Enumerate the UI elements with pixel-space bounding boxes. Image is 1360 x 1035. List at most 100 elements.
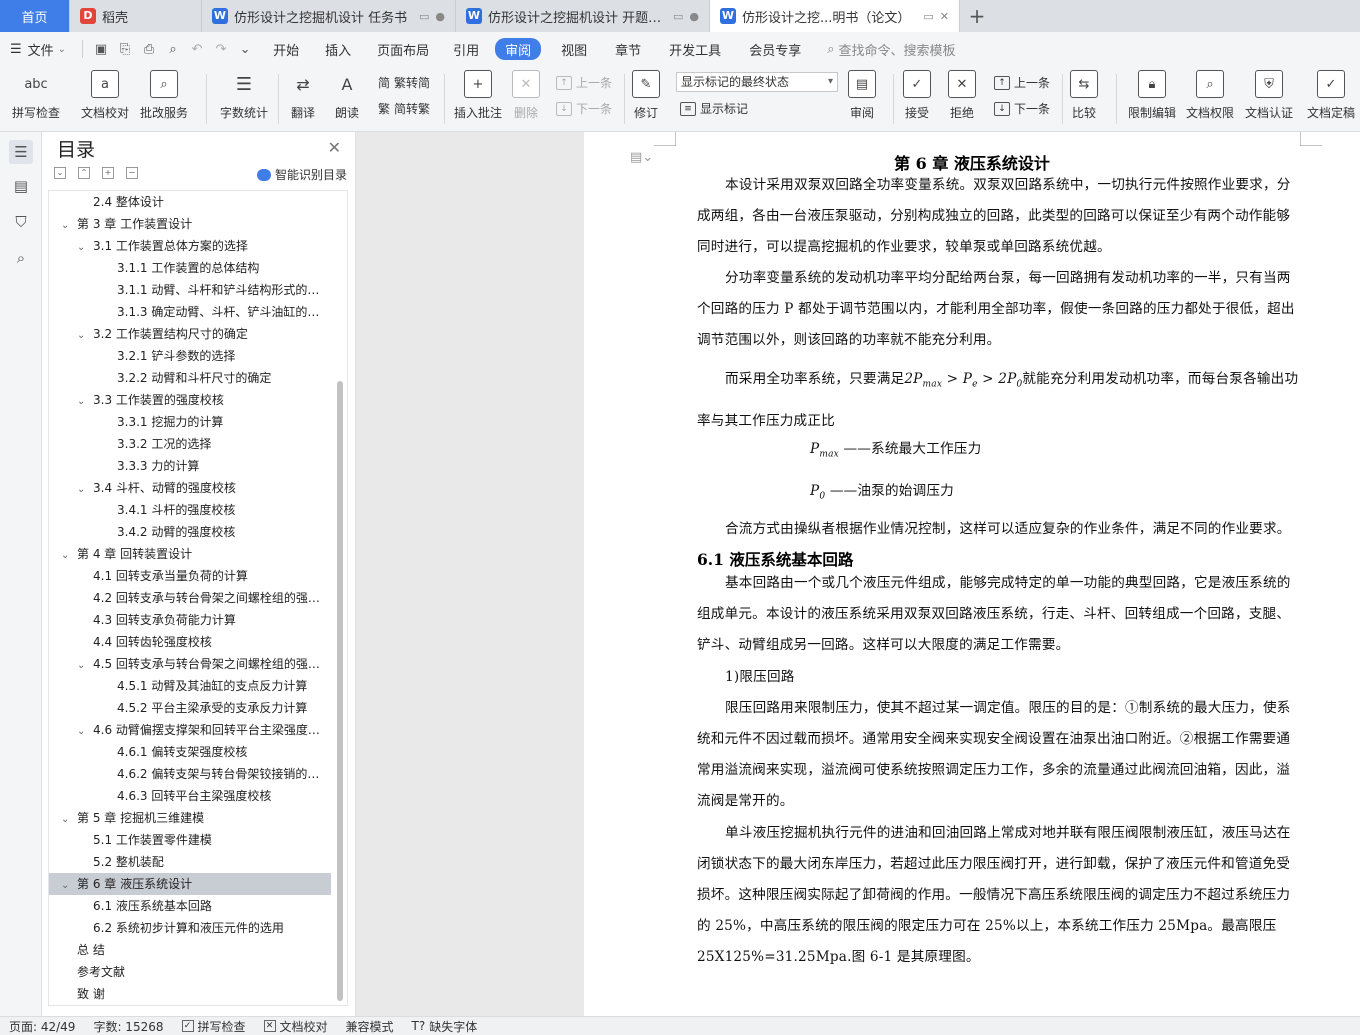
accept-change-button[interactable]: ✓ 接受 xyxy=(903,70,931,121)
menu-start[interactable]: 开始 xyxy=(263,40,309,59)
toc-item[interactable]: ⌄ 3.3 工作装置的强度校核 xyxy=(49,389,331,411)
expand-up-icon[interactable]: ⌃ xyxy=(78,167,90,179)
document-certify-button[interactable]: ⛨ 文档认证 xyxy=(1245,70,1293,121)
correction-service-button[interactable]: ⌕ 批改服务 xyxy=(140,70,188,121)
toc-item[interactable]: 3.3.2 工况的选择 xyxy=(49,433,331,455)
print-preview-icon[interactable]: ⌕ xyxy=(161,42,185,57)
tab-thesis-document[interactable]: W 仿形设计之挖...明书（论文） ▭ ✕ xyxy=(710,0,960,32)
chevron-down-icon[interactable]: ⌄ xyxy=(61,215,73,235)
toc-scrollbar[interactable] xyxy=(337,381,343,1001)
close-icon[interactable]: ✕ xyxy=(328,138,341,157)
restrict-editing-button[interactable]: 🔒︎ 限制编辑 xyxy=(1128,70,1176,121)
toc-item[interactable]: ⌄ 3.1 工作装置总体方案的选择 xyxy=(49,235,331,257)
toc-item[interactable]: ⌄ 第 4 章 回转装置设计 xyxy=(49,543,331,565)
remove-heading-icon[interactable]: − xyxy=(126,167,138,179)
toc-item[interactable]: 6.1 液压系统基本回路 xyxy=(49,895,331,917)
page-indicator[interactable]: 页面: 42/49 xyxy=(0,1018,84,1035)
chevron-down-icon[interactable]: ⌄ xyxy=(77,479,89,499)
menu-developer[interactable]: 开发工具 xyxy=(659,40,731,59)
chevron-down-icon[interactable]: ⌄ xyxy=(77,237,89,257)
next-comment-button[interactable]: ↓ 下一条 xyxy=(556,100,612,117)
tab-proposal-document[interactable]: W 仿形设计之挖掘机设计 开题报告 ▭ ● xyxy=(456,0,710,32)
toc-item[interactable]: 4.6.3 回转平台主梁强度校核 xyxy=(49,785,331,807)
spell-check-toggle[interactable]: ✓ 拼写检查 xyxy=(173,1018,255,1035)
menu-chapter[interactable]: 章节 xyxy=(605,40,651,59)
navigation-icon[interactable]: ▤ xyxy=(9,174,33,198)
missing-fonts-button[interactable]: T? 缺失字体 xyxy=(403,1018,487,1035)
translate-button[interactable]: ⇄ 翻译 xyxy=(289,70,317,121)
prev-comment-button[interactable]: ↑ 上一条 xyxy=(556,74,612,91)
read-aloud-button[interactable]: A 朗读 xyxy=(333,70,361,121)
toc-item[interactable]: 3.4.2 动臂的强度校核 xyxy=(49,521,331,543)
toc-item[interactable]: 3.4.1 斗杆的强度校核 xyxy=(49,499,331,521)
toc-panel-icon[interactable]: ☰ xyxy=(9,140,33,164)
menu-review[interactable]: 审阅 xyxy=(495,38,542,60)
spell-check-button[interactable]: abc 拼写检查 xyxy=(12,70,60,121)
toc-item[interactable]: 3.2.2 动臂和斗杆尺寸的确定 xyxy=(49,367,331,389)
trad-to-simp-button[interactable]: 简繁转简 xyxy=(378,74,430,91)
menu-references[interactable]: 引用 xyxy=(443,40,489,59)
bookmark-icon[interactable]: ⛉ xyxy=(9,210,33,234)
proofread-toggle[interactable]: ✕ 文档校对 xyxy=(255,1018,337,1035)
word-count-button[interactable]: ☰ 字数统计 xyxy=(220,70,268,121)
close-tab-icon[interactable]: ✕ xyxy=(940,10,949,23)
menu-view[interactable]: 视图 xyxy=(551,40,597,59)
compare-button[interactable]: ⇆ 比较 xyxy=(1070,70,1098,121)
toc-item[interactable]: ⌄ 3.2 工作装置结构尺寸的确定 xyxy=(49,323,331,345)
search-icon[interactable]: ⌕ xyxy=(9,246,33,270)
toc-item[interactable]: 3.2.1 铲斗参数的选择 xyxy=(49,345,331,367)
markup-display-select[interactable]: 显示标记的最终状态 xyxy=(676,72,838,92)
toc-item[interactable]: ⌄ 第 3 章 工作装置设计 xyxy=(49,213,331,235)
toc-item[interactable]: ⌄ 4.5 回转支承与转台骨架之间螺栓组的强度校核 xyxy=(49,653,331,675)
redo-icon[interactable]: ↷ xyxy=(209,42,233,57)
add-heading-icon[interactable]: + xyxy=(102,167,114,179)
output-pdf-icon[interactable]: ⎘ xyxy=(113,42,137,57)
toc-item[interactable]: 4.5.1 动臂及其油缸的支点反力计算 xyxy=(49,675,331,697)
menu-member[interactable]: 会员专享 xyxy=(739,40,811,59)
print-icon[interactable]: ⎙ xyxy=(137,42,161,57)
command-search[interactable]: ⌕ 查找命令、搜索模板 xyxy=(817,40,965,59)
delete-comment-button[interactable]: ✕ 删除 xyxy=(512,70,540,121)
toc-item[interactable]: 3.3.1 挖掘力的计算 xyxy=(49,411,331,433)
chevron-down-icon[interactable]: ⌄ xyxy=(77,721,89,741)
toc-item[interactable]: 6.2 系统初步计算和液压元件的选用 xyxy=(49,917,331,939)
menu-insert[interactable]: 插入 xyxy=(315,40,361,59)
chevron-down-icon[interactable]: ⌄ xyxy=(61,545,73,565)
file-menu[interactable]: ☰ 文件 ⌄ xyxy=(0,40,76,59)
tab-home[interactable]: 首页 xyxy=(0,0,70,32)
document-finalize-button[interactable]: ✓ 文档定稿 xyxy=(1307,70,1355,121)
toc-item[interactable]: 3.3.3 力的计算 xyxy=(49,455,331,477)
toc-item[interactable]: 4.3 回转支承负荷能力计算 xyxy=(49,609,331,631)
menu-page-layout[interactable]: 页面布局 xyxy=(367,40,439,59)
new-tab-button[interactable]: + xyxy=(960,0,994,32)
tab-task-document[interactable]: W 仿形设计之挖掘机设计 任务书 ▭ ● xyxy=(202,0,456,32)
toc-item[interactable]: 2.4 整体设计 xyxy=(49,191,331,213)
chevron-down-icon[interactable]: ⌄ xyxy=(61,875,73,895)
toc-item[interactable]: 致 谢 xyxy=(49,983,331,1005)
show-markup-button[interactable]: ≡ 显示标记 xyxy=(680,100,748,117)
toc-item[interactable]: 4.1 回转支承当量负荷的计算 xyxy=(49,565,331,587)
toc-item[interactable]: ⌄ 第 6 章 液压系统设计 xyxy=(49,873,331,895)
save-icon[interactable]: ▣ xyxy=(89,42,113,57)
toc-item[interactable]: 3.1.3 确定动臂、斗杆、铲斗油缸的铰点位置 xyxy=(49,301,331,323)
smart-toc-button[interactable]: 智能识别目录 xyxy=(256,166,347,183)
document-proofread-button[interactable]: a 文档校对 xyxy=(81,70,129,121)
track-changes-button[interactable]: ✎ 修订 xyxy=(632,70,660,121)
toc-item[interactable]: ⌄ 4.6 动臂偏摆支撑架和回转平台主梁强度校核 xyxy=(49,719,331,741)
toc-item[interactable]: 4.6.1 偏转支架强度校核 xyxy=(49,741,331,763)
toc-item[interactable]: 3.1.1 工作装置的总体结构 xyxy=(49,257,331,279)
quick-access-more-icon[interactable]: ⌄ xyxy=(233,42,257,57)
simp-to-trad-button[interactable]: 繁简转繁 xyxy=(378,100,430,117)
review-pane-button[interactable]: ▤ 审阅 xyxy=(848,70,876,121)
collapse-all-icon[interactable]: ⌄ xyxy=(54,167,66,179)
chevron-down-icon[interactable]: ⌄ xyxy=(77,655,89,675)
toc-item[interactable]: 4.6.2 偏转支架与转台骨架铰接销的强度校核 xyxy=(49,763,331,785)
document-page[interactable]: ▤⌄ 第 6 章 液压系统设计 本设计采用双泵双回路全功率变量系统。双泵双回路系… xyxy=(584,132,1360,1016)
word-count-indicator[interactable]: 字数: 15268 xyxy=(84,1018,172,1035)
chevron-down-icon[interactable]: ⌄ xyxy=(77,325,89,345)
toc-item[interactable]: 4.2 回转支承与转台骨架之间螺栓组的强度校核 xyxy=(49,587,331,609)
tab-doke[interactable]: D 稻壳 xyxy=(70,0,202,32)
prev-change-button[interactable]: ↑ 上一条 xyxy=(994,74,1050,91)
next-change-button[interactable]: ↓ 下一条 xyxy=(994,100,1050,117)
toc-item[interactable]: 4.4 回转齿轮强度校核 xyxy=(49,631,331,653)
